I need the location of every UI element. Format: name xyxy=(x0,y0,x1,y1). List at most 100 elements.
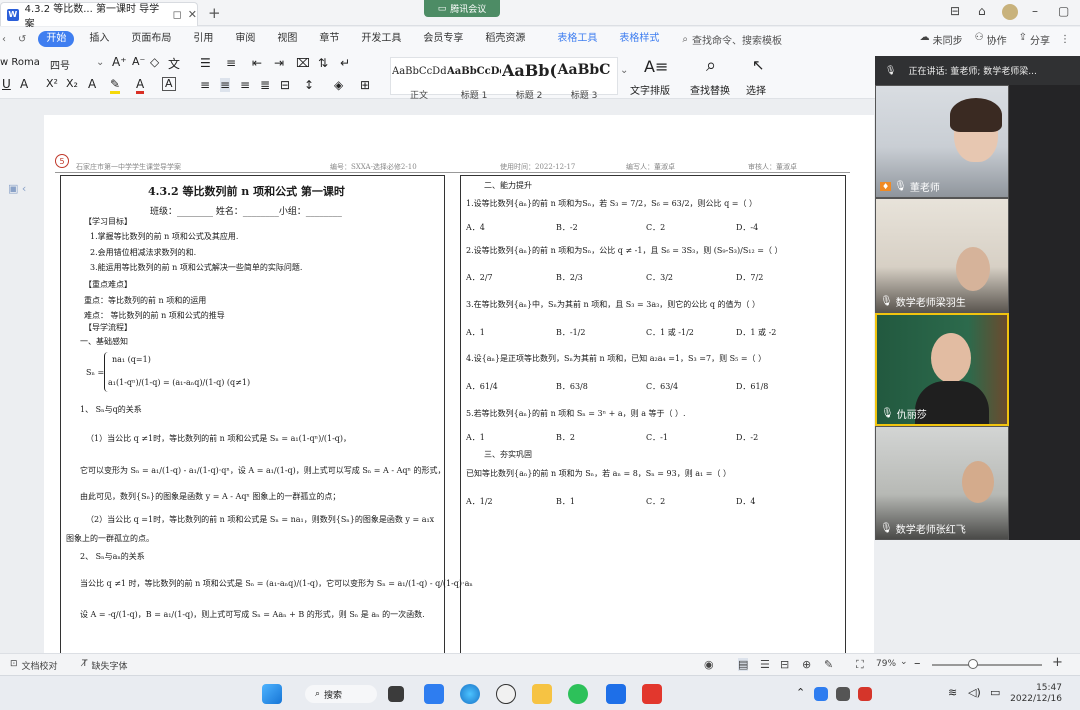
outdent-icon[interactable]: ⇤ xyxy=(252,56,262,70)
menu-chapter[interactable]: 章节 xyxy=(308,27,350,51)
text-layout-label[interactable]: 文字排版 xyxy=(630,82,670,97)
font-size-select[interactable]: 四号 xyxy=(50,57,90,72)
meeting-app-icon[interactable] xyxy=(424,684,444,704)
user-avatar[interactable] xyxy=(1002,4,1018,20)
align-left-icon[interactable]: ≡ xyxy=(200,78,210,92)
select-icon[interactable]: ↖ xyxy=(752,56,765,74)
shading-icon[interactable]: ◈ xyxy=(334,78,343,92)
tray-battery-icon[interactable]: ▭ xyxy=(990,686,1000,699)
style-normal-preview[interactable]: AaBbCcDd xyxy=(392,66,446,77)
font-name-select[interactable]: w Roma xyxy=(0,57,44,68)
align-right-icon[interactable]: ≡ xyxy=(240,78,250,92)
zoom-dropdown-icon[interactable]: ⌄ xyxy=(900,657,908,667)
underline-icon[interactable]: U xyxy=(2,77,11,91)
menu-review[interactable]: 审阅 xyxy=(224,27,266,51)
file-explorer-icon[interactable] xyxy=(532,684,552,704)
style-gallery-scroll-icon[interactable]: ⌄ xyxy=(620,65,628,76)
new-tab-icon[interactable]: + xyxy=(208,4,221,22)
taskbar-clock[interactable]: 15:47 2022/12/16 xyxy=(1010,683,1062,705)
wechat-icon[interactable] xyxy=(568,684,588,704)
eye-protect-icon[interactable]: ◉ xyxy=(704,658,714,671)
menu-member[interactable]: 会员专享 xyxy=(412,27,474,51)
tab-pin-icon[interactable]: ◻ xyxy=(173,8,182,21)
menu-insert[interactable]: 插入 xyxy=(78,27,120,51)
reading-view-icon[interactable]: ⊟ xyxy=(780,658,789,671)
find-replace-label[interactable]: 查找替换 xyxy=(690,82,730,97)
page-view-icon[interactable]: ▤ xyxy=(738,658,749,671)
wps-icon[interactable] xyxy=(642,684,662,704)
zoom-slider-handle[interactable] xyxy=(968,659,978,669)
video-tile-4[interactable]: 🎙 数学老师张红飞 xyxy=(875,426,1009,540)
menu-table-tools[interactable]: 表格工具 xyxy=(546,27,608,51)
clear-format-icon[interactable]: ◇ xyxy=(150,55,159,69)
menu-table-style[interactable]: 表格样式 xyxy=(608,27,670,51)
win-ctrl-home[interactable]: ⌂ xyxy=(978,4,986,18)
indent-icon[interactable]: ⇥ xyxy=(274,56,284,70)
page-nav-icon[interactable]: ▣ ‹ xyxy=(8,182,26,195)
tray-app-icon[interactable] xyxy=(814,687,828,701)
phonetic-icon[interactable]: 文 xyxy=(168,55,180,72)
subscript-icon[interactable]: X₂ xyxy=(66,77,78,90)
proofread-button[interactable]: ⊡ 文档校对 xyxy=(10,659,58,672)
text-effect-icon[interactable]: A xyxy=(88,77,96,91)
video-tile-2[interactable]: 🎙 数学老师梁羽生 xyxy=(875,198,1009,313)
video-tile-3[interactable]: 🎙 仇丽莎 xyxy=(875,313,1009,426)
distribute-icon[interactable]: ⊟ xyxy=(280,78,290,92)
menu-view[interactable]: 视图 xyxy=(266,27,308,51)
highlight-icon[interactable]: ✎ xyxy=(110,77,121,94)
find-replace-icon[interactable]: ⌕ xyxy=(706,55,716,76)
sort-icon[interactable]: ⇅ xyxy=(318,56,328,70)
meeting-indicator[interactable]: ▭ 腾讯会议 xyxy=(424,0,500,17)
win-ctrl-split[interactable]: ⊟ xyxy=(950,4,960,18)
zoom-in-button[interactable]: + xyxy=(1052,655,1063,670)
zoom-slider-track[interactable] xyxy=(932,664,1042,666)
grow-font-icon[interactable]: A⁺ xyxy=(112,55,127,69)
menu-layout[interactable]: 页面布局 xyxy=(120,27,182,51)
menu-collapse-icon[interactable]: ‹ xyxy=(0,34,10,45)
menu-undo-icon[interactable]: ↺ xyxy=(10,34,34,45)
write-view-icon[interactable]: ✎ xyxy=(824,658,833,671)
collab-button[interactable]: ⚇ 协作 xyxy=(969,32,1013,47)
menu-docer[interactable]: 稻壳资源 xyxy=(474,27,536,51)
zoom-level[interactable]: 79% xyxy=(876,659,896,669)
more-icon[interactable]: ⋮ xyxy=(1056,34,1080,45)
edge-browser-icon[interactable] xyxy=(460,684,480,704)
menu-start[interactable]: 开始 xyxy=(38,31,75,47)
text-layout-icon[interactable]: A≡ xyxy=(644,57,668,76)
tab-close-icon[interactable]: ✕ xyxy=(188,8,197,21)
font-size-dropdown-icon[interactable]: ⌄ xyxy=(96,57,104,68)
tray-camera-icon[interactable] xyxy=(836,687,850,701)
line-spacing-icon[interactable]: ↕ xyxy=(304,78,314,92)
style-h2-preview[interactable]: AaBb( xyxy=(502,61,556,80)
style-h1-preview[interactable]: AaBbCcDd xyxy=(447,66,501,77)
borders-icon[interactable]: ⊞ xyxy=(360,78,370,92)
fit-page-icon[interactable]: ⛶ xyxy=(856,658,864,672)
tray-volume-icon[interactable]: ◁) xyxy=(968,686,981,699)
menu-reference[interactable]: 引用 xyxy=(182,27,224,51)
share-button[interactable]: ⇪ 分享 xyxy=(1013,32,1056,47)
superscript-icon[interactable]: X² xyxy=(46,77,58,90)
maximize-button[interactable]: ▢ xyxy=(1058,4,1069,18)
font-color-icon[interactable]: A xyxy=(136,77,145,94)
video-tile-1[interactable]: ♦ 🎙 董老师 xyxy=(875,85,1009,198)
tray-mic-icon[interactable] xyxy=(858,687,872,701)
align-center-icon[interactable]: ≡ xyxy=(220,78,231,92)
select-label[interactable]: 选择 xyxy=(746,82,766,97)
task-view-icon[interactable] xyxy=(388,686,404,702)
shrink-font-icon[interactable]: A⁻ xyxy=(132,55,145,68)
dell-icon[interactable] xyxy=(496,684,516,704)
bullet-list-icon[interactable]: ☰ xyxy=(200,56,211,70)
chinese-layout-icon[interactable]: ⌧ xyxy=(296,56,310,70)
tray-chevron-icon[interactable]: ⌃ xyxy=(796,686,805,699)
outline-view-icon[interactable]: ☰ xyxy=(760,658,770,671)
tray-network-icon[interactable]: ≋ xyxy=(948,686,957,699)
tencent-meeting-icon[interactable] xyxy=(606,684,626,704)
align-justify-icon[interactable]: ≣ xyxy=(260,78,270,92)
char-border-icon[interactable]: A xyxy=(162,77,176,91)
web-view-icon[interactable]: ⊕ xyxy=(802,658,811,671)
minimize-button[interactable]: – xyxy=(1032,4,1038,18)
number-list-icon[interactable]: ≡ xyxy=(226,56,236,70)
search-command[interactable]: ⌕ 查找命令、搜索模板 xyxy=(682,32,782,47)
font-color-strike-icon[interactable]: A xyxy=(20,77,28,91)
show-marks-icon[interactable]: ↵ xyxy=(340,56,350,70)
